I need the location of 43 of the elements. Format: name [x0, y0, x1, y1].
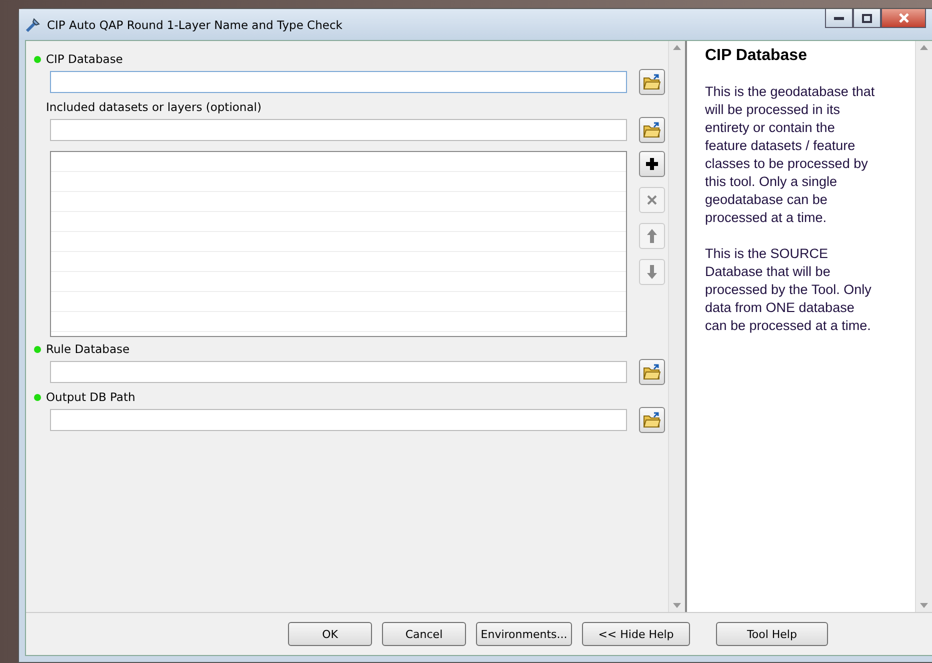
input-field[interactable]	[50, 361, 627, 383]
folder-icon	[643, 364, 661, 380]
minimize-icon	[834, 16, 844, 20]
folder-icon	[643, 122, 661, 138]
add-button[interactable]	[639, 151, 665, 177]
close-icon	[898, 13, 908, 23]
scroll-down-icon[interactable]	[920, 603, 928, 608]
dialog-button[interactable]: OK	[288, 622, 372, 646]
input-field[interactable]	[50, 71, 627, 93]
close-icon	[646, 194, 658, 206]
help-title: CIP Database	[705, 47, 808, 65]
help-text: This is the SOURCE Database that will be processed by the Tool. Only data from ONE database can be processed at a time.	[705, 245, 872, 335]
scroll-up-icon[interactable]	[673, 45, 681, 50]
browse-button[interactable]	[639, 407, 665, 433]
arrow-up-icon	[646, 228, 658, 244]
input-field[interactable]	[50, 409, 627, 431]
dialog-button[interactable]: Environments...	[476, 622, 572, 646]
scroll-up-icon[interactable]	[920, 45, 928, 50]
parameter-label: Included datasets or layers (optional)	[46, 100, 262, 114]
browse-button[interactable]	[639, 117, 665, 143]
dialog-button[interactable]: << Hide Help	[582, 622, 690, 646]
minimize-button[interactable]	[825, 9, 853, 28]
browse-button[interactable]	[639, 359, 665, 385]
scrollbar[interactable]	[915, 41, 932, 612]
parameter-label: Rule Database	[46, 342, 130, 356]
scroll-down-icon[interactable]	[673, 603, 681, 608]
help-text: This is the geodatabase that will be processed in its entirety or contain the feature datasets / feature classes to be processed by this tool. Only a single geodatabase can be processed at a time.	[705, 83, 876, 227]
plus-icon	[645, 157, 659, 171]
folder-icon	[643, 74, 661, 90]
window-title: CIP Auto QAP Round 1-Layer Name and Type Check	[47, 18, 344, 32]
parameter-label: Output DB Path	[46, 390, 136, 404]
input-field[interactable]	[50, 119, 627, 141]
scrollbar[interactable]	[668, 41, 685, 612]
tool-icon	[25, 16, 41, 32]
close-button[interactable]	[881, 9, 926, 28]
dialog-button[interactable]: Cancel	[382, 622, 466, 646]
browse-button[interactable]	[639, 69, 665, 95]
parameter-label: CIP Database	[46, 52, 123, 66]
arrow-down-icon	[646, 264, 658, 280]
dialog-button[interactable]: Tool Help	[716, 622, 828, 646]
maximize-icon	[862, 14, 872, 22]
folder-icon	[643, 412, 661, 428]
maximize-button[interactable]	[853, 9, 881, 28]
